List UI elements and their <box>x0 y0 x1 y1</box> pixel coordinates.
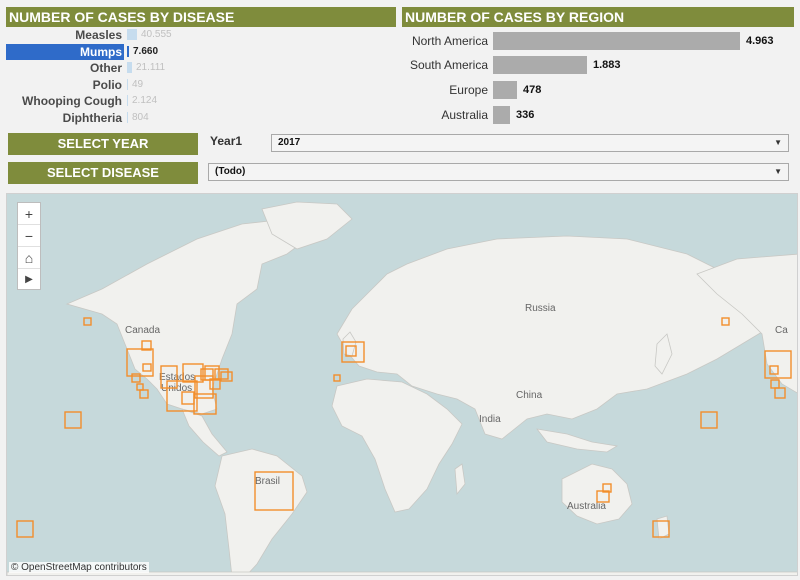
disease-panel-header: NUMBER OF CASES BY DISEASE <box>6 7 396 27</box>
land-south-america <box>214 448 308 575</box>
region-bar[interactable] <box>493 81 517 99</box>
map-marker[interactable] <box>16 520 34 538</box>
disease-dropdown[interactable]: (Todo) ▼ <box>208 163 789 181</box>
region-bar[interactable] <box>493 106 510 124</box>
zoom-in-button[interactable]: + <box>18 203 40 225</box>
disease-row-measles[interactable]: Measles 40.555 <box>0 27 300 43</box>
home-button[interactable]: ⌂ <box>18 247 40 269</box>
disease-bar[interactable] <box>127 111 128 123</box>
land-africa <box>331 378 463 513</box>
disease-value: 40.555 <box>141 29 172 40</box>
select-disease-button[interactable]: SELECT DISEASE <box>8 162 198 184</box>
map-marker[interactable] <box>333 374 341 382</box>
disease-bar-chart: Measles 40.555 Mumps 7.660 Other 21.111 Polio 4… <box>0 27 400 127</box>
disease-value: 21.111 <box>136 62 166 73</box>
disease-row-polio[interactable]: Polio 49 <box>0 77 300 93</box>
pan-button[interactable]: ▶ <box>18 269 40 291</box>
disease-value: 7.660 <box>133 45 159 57</box>
disease-label[interactable]: Mumps <box>6 43 124 60</box>
region-value: 4.963 <box>746 35 774 47</box>
region-label: North America <box>411 34 488 48</box>
region-label: Europe <box>449 83 488 97</box>
disease-row-other[interactable]: Other 21.111 <box>0 60 300 76</box>
chevron-down-icon: ▼ <box>774 138 782 147</box>
disease-label[interactable]: Measles <box>6 27 124 43</box>
zoom-out-button[interactable]: − <box>18 225 40 247</box>
chevron-down-icon: ▼ <box>774 167 782 176</box>
disease-value: 2.124 <box>132 95 158 106</box>
region-value: 1.883 <box>593 59 621 71</box>
region-panel-header: NUMBER OF CASES BY REGION <box>402 7 794 27</box>
map-marker[interactable] <box>136 383 144 391</box>
disease-dropdown-value: (Todo) <box>215 166 246 177</box>
disease-bar[interactable] <box>127 95 128 106</box>
map-marker[interactable] <box>131 373 141 383</box>
disease-bar[interactable] <box>127 29 137 40</box>
map-label-china: China <box>516 390 543 401</box>
disease-bar[interactable] <box>127 78 128 90</box>
disease-row-whooping-cough[interactable]: Whooping Cough 2.124 <box>0 93 300 109</box>
region-label: Australia <box>441 108 488 122</box>
disease-row-diphtheria[interactable]: Diphtheria 804 <box>0 110 300 126</box>
region-bar[interactable] <box>493 32 740 50</box>
disease-bar[interactable] <box>127 45 129 57</box>
year-field-label: Year1 <box>210 134 243 148</box>
map-marker[interactable] <box>83 317 92 326</box>
play-icon: ▶ <box>25 274 33 285</box>
year-dropdown-value: 2017 <box>278 137 301 148</box>
map-label-india: India <box>479 414 501 425</box>
disease-value: 49 <box>132 78 144 90</box>
region-label: South America <box>409 58 488 72</box>
map-controls: + − ⌂ ▶ <box>17 202 41 290</box>
region-row-south-america[interactable]: South America 1.883 <box>400 55 800 75</box>
land-central-america <box>181 408 228 457</box>
map-marker[interactable] <box>64 411 82 429</box>
map-marker[interactable] <box>139 389 149 399</box>
disease-row-mumps[interactable]: Mumps 7.660 <box>0 43 300 60</box>
world-map[interactable]: Canada Ca Estados Unidos Russia China In… <box>6 193 798 576</box>
disease-label[interactable]: Other <box>6 60 124 76</box>
map-label-brasil: Brasil <box>255 476 280 487</box>
map-marker[interactable] <box>770 379 780 389</box>
region-row-australia[interactable]: Australia 336 <box>400 105 800 125</box>
land-new-zealand <box>656 515 670 540</box>
land-madagascar <box>454 463 466 496</box>
region-value: 478 <box>523 84 542 96</box>
disease-label[interactable]: Whooping Cough <box>6 93 124 109</box>
map-label-canada-wrap: Ca <box>775 325 788 336</box>
region-row-europe[interactable]: Europe 478 <box>400 80 800 100</box>
map-canvas[interactable]: Canada Ca Estados Unidos Russia China In… <box>7 194 798 576</box>
map-marker[interactable] <box>700 411 718 429</box>
region-bar[interactable] <box>493 56 587 74</box>
disease-label[interactable]: Diphtheria <box>6 110 124 126</box>
map-marker[interactable] <box>774 387 786 399</box>
year-dropdown[interactable]: 2017 ▼ <box>271 134 789 152</box>
map-attribution[interactable]: © OpenStreetMap contributors <box>9 562 149 573</box>
disease-bar[interactable] <box>127 62 132 73</box>
region-value: 336 <box>516 109 535 121</box>
map-label-russia: Russia <box>525 303 556 314</box>
home-icon: ⌂ <box>24 250 34 266</box>
disease-value: 804 <box>132 111 149 123</box>
select-year-button[interactable]: SELECT YEAR <box>8 133 198 155</box>
disease-label[interactable]: Polio <box>6 77 124 93</box>
region-row-north-america[interactable]: North America 4.963 <box>400 31 800 51</box>
map-label-canada: Canada <box>125 325 160 336</box>
land-indonesia <box>536 428 619 453</box>
